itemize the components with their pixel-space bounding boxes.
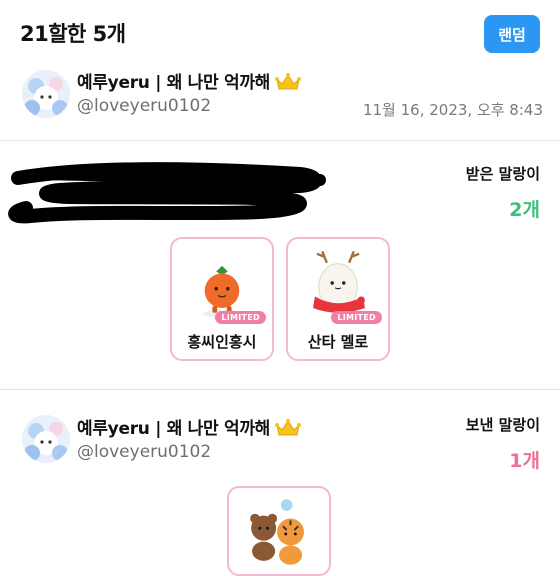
page-title: 21할한 5개 — [20, 22, 126, 46]
divider — [0, 389, 560, 390]
sender-name[interactable]: 예루yeru | 왜 나만 억까해 — [77, 414, 302, 442]
limited-badge: LIMITED — [331, 311, 382, 324]
received-label: 받은 말랑이 — [465, 165, 540, 183]
author-name-text: 예루yeru | 왜 나만 억까해 — [77, 73, 271, 93]
redaction-scribble — [8, 162, 326, 224]
sent-count: 1개 — [509, 450, 540, 472]
sender-handle: @loveyeru0102 — [77, 442, 212, 462]
divider — [0, 140, 560, 141]
avatar[interactable] — [22, 70, 70, 118]
sender-name-text: 예루yeru | 왜 나만 억까해 — [77, 419, 271, 439]
received-item-card[interactable]: LIMITED 홍씨인홍시 — [170, 237, 274, 361]
author-handle: @loveyeru0102 — [77, 96, 212, 116]
sent-label: 보낸 말랑이 — [465, 416, 540, 434]
received-item-card[interactable]: LIMITED 산타 멜로 — [286, 237, 390, 361]
sent-item-card[interactable] — [227, 486, 331, 576]
random-button[interactable]: 랜덤 — [484, 15, 540, 53]
item-name: 홍씨인홍시 — [187, 333, 257, 351]
avatar[interactable] — [22, 415, 70, 463]
post-timestamp: 11월 16, 2023, 오후 8:43 — [362, 101, 543, 119]
received-count: 2개 — [509, 199, 540, 221]
bear-and-tiger-icon — [250, 499, 304, 565]
avatar-image — [22, 70, 70, 118]
item-name: 산타 멜로 — [307, 333, 369, 351]
author-name[interactable]: 예루yeru | 왜 나만 억까해 — [77, 68, 302, 96]
crown-icon — [275, 419, 302, 442]
limited-badge: LIMITED — [215, 311, 266, 324]
avatar-image — [22, 415, 70, 463]
crown-icon — [275, 73, 302, 96]
